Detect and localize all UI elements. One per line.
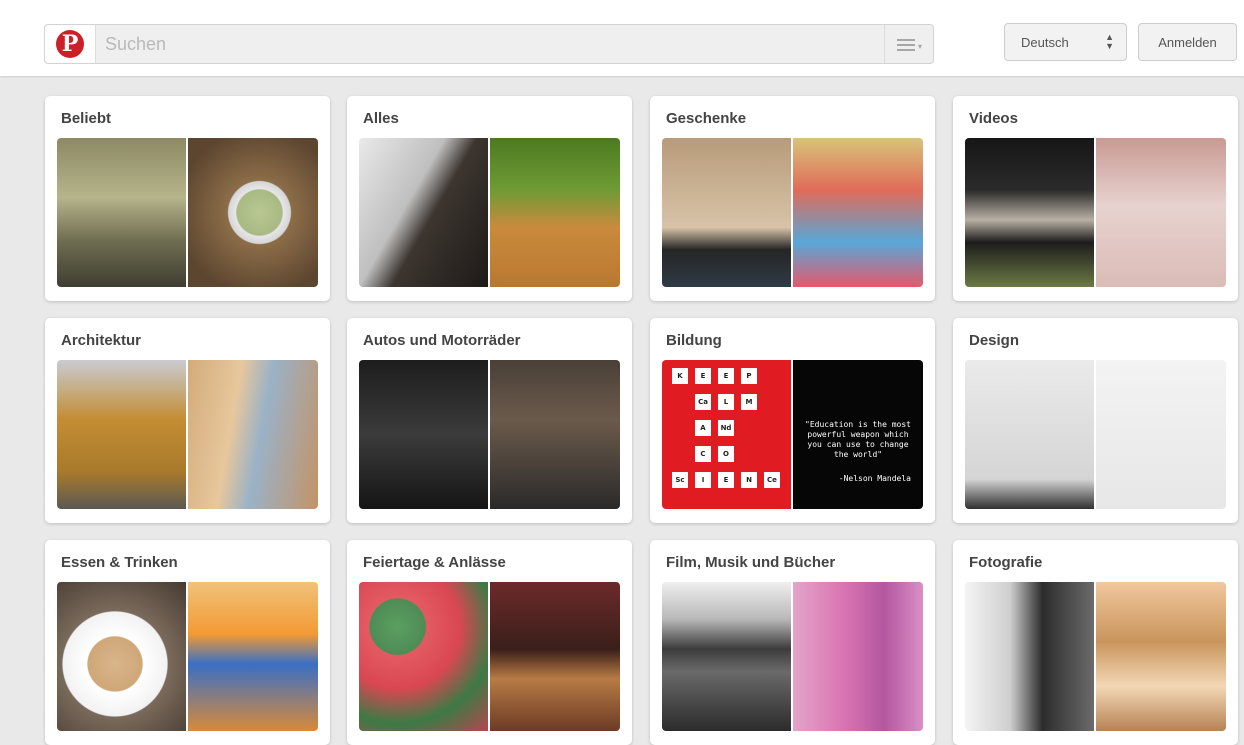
category-card-feiertage[interactable]: Feiertage & Anlässe [347, 540, 632, 745]
category-card-essen-trinken[interactable]: Essen & Trinken [45, 540, 330, 745]
category-image [1096, 138, 1226, 287]
category-card-film-musik-buecher[interactable]: Film, Musik und Bücher [650, 540, 935, 745]
quote-body: "Education is the most powerful weapon w… [805, 420, 911, 459]
element-tile: I [695, 472, 711, 488]
element-tile: C [695, 446, 711, 462]
element-tile: E [695, 368, 711, 384]
category-image [57, 138, 186, 287]
element-tile: O [718, 446, 734, 462]
category-image [662, 582, 791, 731]
category-images [965, 582, 1226, 731]
element-tile: A [695, 420, 711, 436]
category-card-geschenke[interactable]: Geschenke [650, 96, 935, 301]
categories-menu-button[interactable]: ▾ [884, 25, 933, 63]
element-tile: L [718, 394, 734, 410]
element-tile: E [718, 368, 734, 384]
category-card-beliebt[interactable]: Beliebt [45, 96, 330, 301]
element-tile: Nd [718, 420, 734, 436]
category-title: Autos und Motorräder [363, 332, 521, 349]
category-image [188, 360, 318, 509]
category-title: Videos [969, 110, 1018, 127]
element-tile: Sc [672, 472, 688, 488]
category-image [1096, 582, 1226, 731]
element-tile: Ca [695, 394, 711, 410]
category-card-architektur[interactable]: Architektur [45, 318, 330, 523]
category-images [57, 138, 318, 287]
category-images: K E E P Ca L M A Nd C O Sc I E N Ce "Edu… [662, 360, 923, 509]
category-image [662, 138, 791, 287]
element-tile: K [672, 368, 688, 384]
login-button[interactable]: Anmelden [1138, 23, 1237, 61]
element-tile: M [741, 394, 757, 410]
category-image [965, 582, 1094, 731]
category-image [359, 360, 488, 509]
category-images [662, 582, 923, 731]
chevron-down-icon: ▾ [918, 42, 923, 51]
category-image [359, 138, 488, 287]
category-card-autos[interactable]: Autos und Motorräder [347, 318, 632, 523]
category-image [490, 138, 620, 287]
category-image [965, 360, 1094, 509]
category-title: Geschenke [666, 110, 747, 127]
category-title: Design [969, 332, 1020, 349]
category-title: Essen & Trinken [61, 554, 178, 571]
category-images [57, 360, 318, 509]
category-title: Alles [363, 110, 399, 127]
pinterest-logo-icon: P [56, 30, 84, 58]
category-image: K E E P Ca L M A Nd C O Sc I E N Ce [662, 360, 791, 509]
category-title: Film, Musik und Bücher [666, 554, 836, 571]
pinterest-logo-button[interactable]: P [45, 25, 96, 63]
category-image [1096, 360, 1226, 509]
category-title: Architektur [61, 332, 142, 349]
category-card-videos[interactable]: Videos [953, 96, 1238, 301]
menu-icon [897, 39, 915, 41]
category-title: Fotografie [969, 554, 1043, 571]
category-images [965, 138, 1226, 287]
category-card-fotografie[interactable]: Fotografie [953, 540, 1238, 745]
element-tile: N [741, 472, 757, 488]
category-images [359, 360, 620, 509]
element-tile: Ce [764, 472, 780, 488]
category-card-bildung[interactable]: Bildung K E E P Ca L M A Nd C O Sc I E N… [650, 318, 935, 523]
category-image [490, 582, 620, 731]
category-images [57, 582, 318, 731]
element-tile: P [741, 368, 757, 384]
category-images [359, 582, 620, 731]
quote-author: -Nelson Mandela [838, 474, 911, 483]
category-images [662, 138, 923, 287]
category-title: Feiertage & Anlässe [363, 554, 506, 571]
language-label: Deutsch [1021, 35, 1069, 50]
quote-text: "Education is the most powerful weapon w… [801, 420, 915, 484]
category-image [188, 138, 318, 287]
category-image [793, 138, 923, 287]
category-image [57, 360, 186, 509]
category-image [188, 582, 318, 731]
category-image [57, 582, 186, 731]
category-title: Beliebt [61, 110, 112, 127]
search-input[interactable]: Suchen [105, 25, 166, 63]
category-image [359, 582, 488, 731]
category-images [359, 138, 620, 287]
category-image [965, 138, 1094, 287]
category-title: Bildung [666, 332, 722, 349]
search-bar[interactable]: P Suchen ▾ [44, 24, 934, 64]
category-card-alles[interactable]: Alles [347, 96, 632, 301]
top-bar: P Suchen ▾ Deutsch ▲ ▼ Anmelden [0, 0, 1244, 76]
element-tile: E [718, 472, 734, 488]
language-select[interactable]: Deutsch ▲ ▼ [1004, 23, 1127, 61]
category-image [793, 582, 923, 731]
category-image: "Education is the most powerful weapon w… [793, 360, 923, 509]
category-images [965, 360, 1226, 509]
category-card-design[interactable]: Design [953, 318, 1238, 523]
category-image [490, 360, 620, 509]
select-arrows-icon: ▲ ▼ [1105, 32, 1114, 51]
